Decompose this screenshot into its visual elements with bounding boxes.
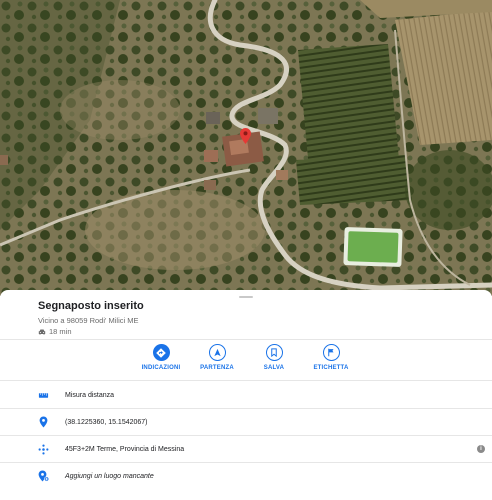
start-label: PARTENZA — [200, 365, 234, 371]
start-button[interactable]: PARTENZA — [187, 344, 247, 371]
coordinates-row[interactable]: (38.1225360, 15.1542067) — [0, 409, 492, 435]
satellite-map[interactable] — [0, 0, 492, 296]
directions-button[interactable]: INDICAZIONI — [131, 344, 191, 371]
bookmark-icon — [265, 344, 283, 361]
save-label: SALVA — [263, 365, 285, 371]
place-title: Segnaposto inserito — [38, 300, 144, 312]
add-place-icon — [37, 470, 49, 482]
flag-icon — [322, 344, 340, 361]
label-button[interactable]: ETICHETTA — [301, 344, 361, 371]
divider — [0, 380, 492, 381]
plus-code-row[interactable]: 45F3+2M Terme, Provincia di Messina i — [0, 436, 492, 462]
action-bar: INDICAZIONI PARTENZA SALVA ETICHETTA — [0, 344, 492, 380]
info-icon[interactable]: i — [477, 445, 485, 453]
drive-time: 18 min — [38, 327, 72, 336]
measure-distance-row[interactable]: Misura distanza — [0, 382, 492, 408]
label-action-label: ETICHETTA — [313, 365, 349, 371]
dropped-pin-icon[interactable] — [240, 128, 251, 144]
ruler-icon — [37, 389, 49, 401]
place-sheet: Segnaposto inserito Vicino a 98059 Rodi'… — [0, 290, 492, 500]
add-missing-place-label: Aggiungi un luogo mancante — [65, 472, 154, 480]
directions-icon — [152, 344, 170, 361]
drive-time-label: 18 min — [49, 327, 72, 336]
coordinates-label: (38.1225360, 15.1542067) — [65, 418, 148, 426]
directions-label: INDICAZIONI — [141, 365, 181, 371]
sheet-drag-handle[interactable] — [239, 296, 253, 298]
car-icon — [38, 328, 46, 335]
add-missing-place-row[interactable]: Aggiungi un luogo mancante — [0, 463, 492, 489]
plus-code-label: 45F3+2M Terme, Provincia di Messina — [65, 445, 185, 453]
divider — [0, 339, 492, 340]
place-address: Vicino a 98059 Rodi' Milici ME — [38, 316, 139, 325]
navigation-arrow-icon — [208, 344, 226, 361]
plus-code-icon — [37, 443, 49, 455]
location-pin-icon — [37, 416, 49, 428]
save-button[interactable]: SALVA — [244, 344, 304, 371]
measure-distance-label: Misura distanza — [65, 391, 115, 399]
